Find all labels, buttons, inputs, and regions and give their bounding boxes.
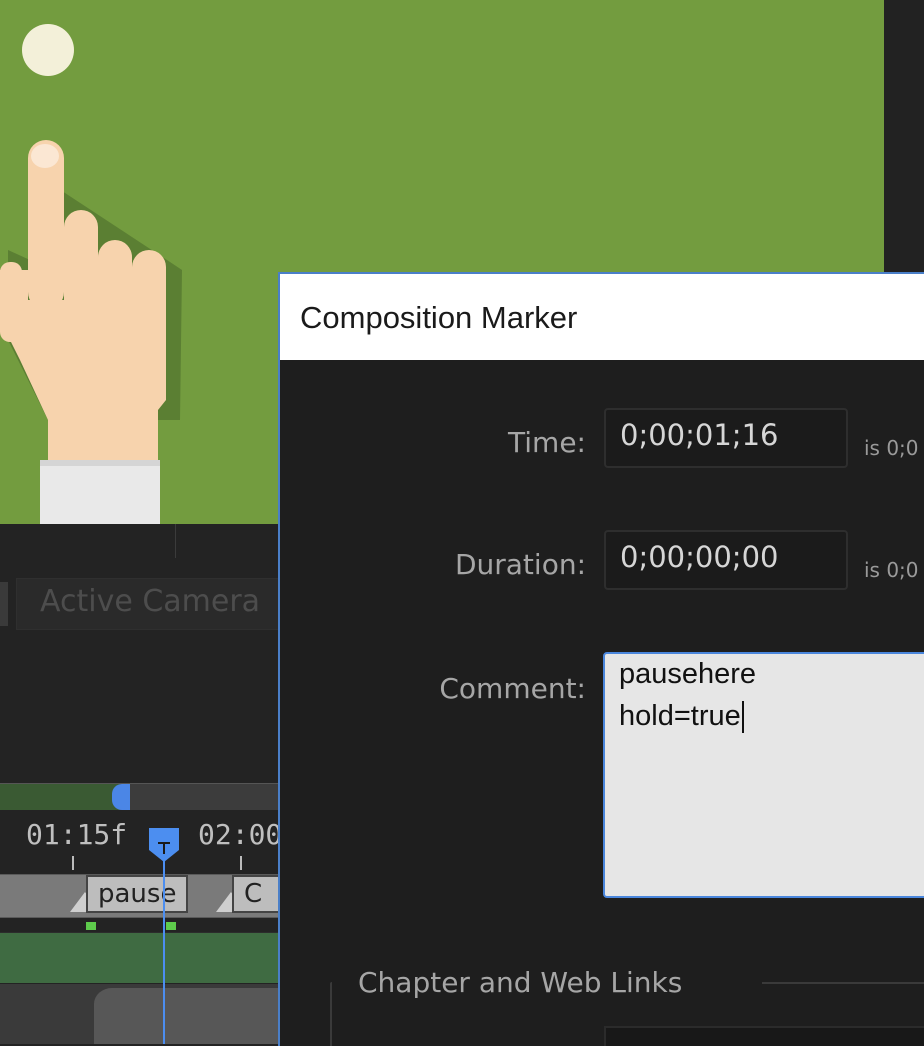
keyframe-indicator xyxy=(86,922,96,930)
layer-row xyxy=(0,984,280,1044)
layer-duration-bar[interactable] xyxy=(94,988,280,1044)
comment-label: Comment: xyxy=(439,672,586,705)
work-area-bar[interactable] xyxy=(0,783,280,810)
chapter-field[interactable] xyxy=(604,1026,924,1046)
time-label: Time: xyxy=(508,426,586,459)
group-box-border xyxy=(330,982,332,1046)
work-area-range[interactable] xyxy=(0,784,120,810)
pointing-hand-illustration xyxy=(0,140,182,524)
dialog-titlebar[interactable]: Composition Marker xyxy=(280,274,924,360)
layer-duration-bar[interactable] xyxy=(0,932,280,983)
current-time-indicator-line[interactable] xyxy=(163,850,165,1044)
time-value: 0;00;01;16 xyxy=(620,418,779,452)
duration-field[interactable]: 0;00;00;00 xyxy=(604,530,848,590)
duration-value: 0;00;00;00 xyxy=(620,540,779,574)
comment-line-text: hold=true xyxy=(619,700,741,732)
comment-textarea[interactable]: pausehere hold=true xyxy=(603,652,924,898)
time-ruler-tick xyxy=(240,856,242,870)
toolbar-divider xyxy=(175,524,176,558)
keyframe-indicator xyxy=(166,922,176,930)
time-ruler-label: 02:00 xyxy=(198,818,283,851)
chapter-web-links-group-label: Chapter and Web Links xyxy=(358,966,683,999)
composition-marker-dialog: Composition Marker Time: 0;00;01;16 is 0… xyxy=(278,272,924,1046)
duration-note: is 0;0 xyxy=(864,558,919,582)
toolbar-button-edge[interactable] xyxy=(0,582,8,626)
text-caret xyxy=(741,701,744,734)
duration-label: Duration: xyxy=(454,548,586,581)
active-camera-label: Active Camera xyxy=(40,584,261,619)
group-box-border xyxy=(762,982,924,984)
comment-line: pausehere xyxy=(619,658,757,690)
time-ruler-tick xyxy=(72,856,74,870)
current-time-indicator-head[interactable] xyxy=(147,826,181,864)
work-area-start-handle[interactable] xyxy=(112,784,130,810)
time-note: is 0;0 xyxy=(864,436,919,460)
time-field[interactable]: 0;00;01;16 xyxy=(604,408,848,468)
composition-marker-tag[interactable]: pause xyxy=(86,875,189,913)
time-ruler-label: 01:15f xyxy=(26,818,128,851)
dialog-title: Composition Marker xyxy=(300,300,578,335)
comment-line: hold=true xyxy=(619,700,744,734)
